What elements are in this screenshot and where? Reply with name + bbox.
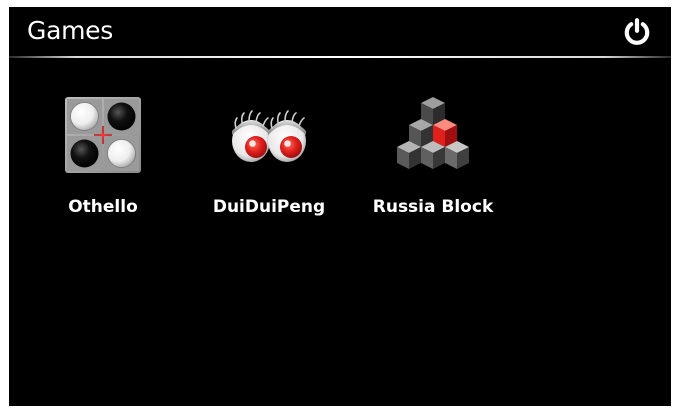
duiduipeng-icon [229,95,309,175]
russia-block-icon [393,95,473,175]
app-label-duiduipeng: DuiDuiPeng [212,197,326,217]
app-othello[interactable]: Othello [33,90,173,230]
title-bar: Games [9,7,671,57]
app-duiduipeng[interactable]: DuiDuiPeng [199,90,339,230]
header-divider [9,56,671,58]
power-button[interactable] [622,17,652,47]
games-screen: Games Othello DuiDuiPeng Russia Block [9,7,671,406]
othello-icon [63,95,143,175]
app-label-othello: Othello [68,197,138,217]
power-icon [624,18,650,45]
app-label-russia-block: Russia Block [372,197,494,217]
page-title: Games [27,16,113,45]
app-russia-block[interactable]: Russia Block [363,90,503,230]
